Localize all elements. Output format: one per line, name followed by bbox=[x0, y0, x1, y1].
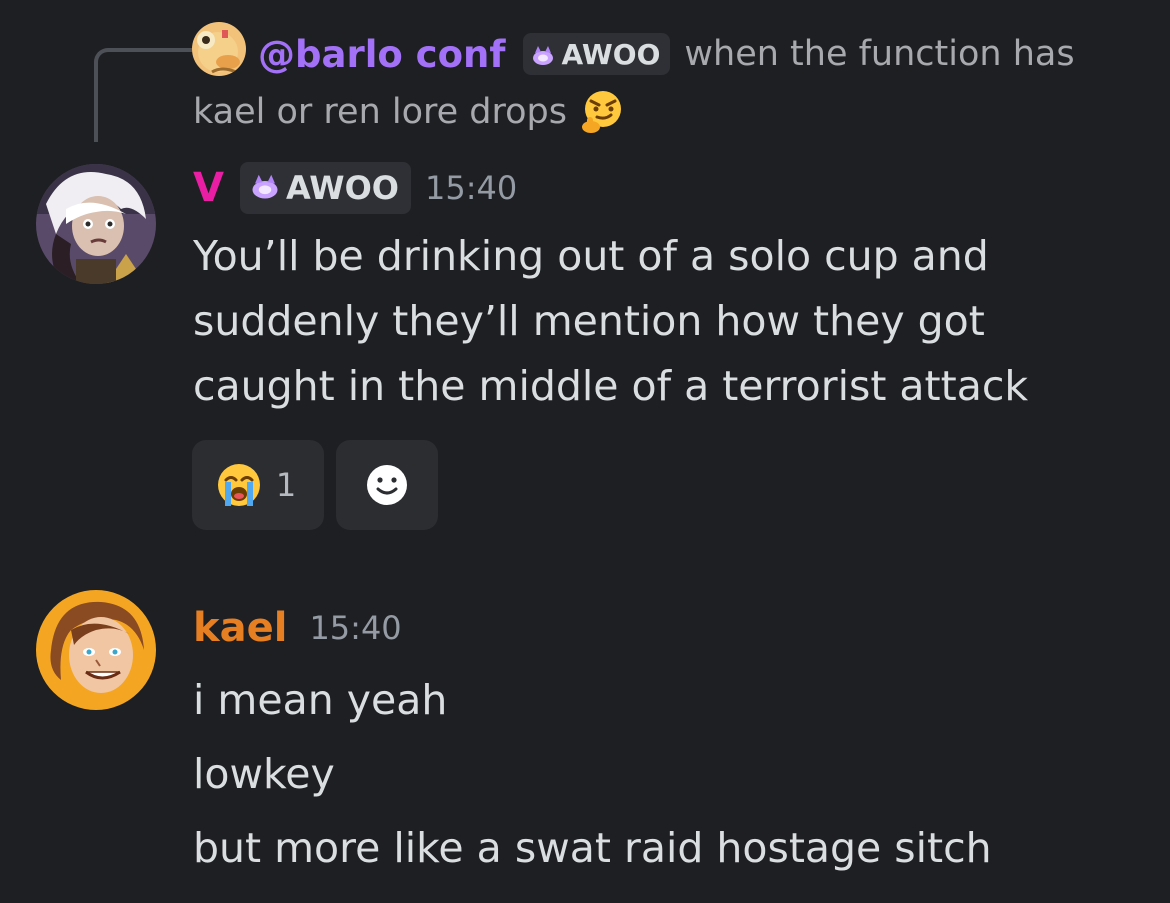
reply-role-tag-label: AWOO bbox=[561, 37, 661, 71]
reaction-count: 1 bbox=[275, 466, 297, 504]
timestamp[interactable]: 15:40 bbox=[309, 609, 401, 647]
smiley-add-reaction-icon bbox=[362, 460, 412, 510]
loudly-crying-face-icon bbox=[214, 460, 264, 510]
role-tag-label: AWOO bbox=[285, 169, 399, 207]
avatar-v[interactable] bbox=[36, 164, 156, 284]
message-header: V AWOO 15:40 bbox=[193, 160, 517, 216]
reply-header: @barlo conf AWOO when the function has bbox=[258, 26, 1075, 82]
reply-role-tag[interactable]: AWOO bbox=[523, 33, 671, 75]
message-line: suddenly they’ll mention how they got bbox=[193, 297, 985, 345]
reply-text-line2: kael or ren lore drops bbox=[193, 92, 567, 132]
role-tag[interactable]: AWOO bbox=[239, 162, 411, 214]
message-line: caught in the middle of a terrorist atta… bbox=[193, 362, 1029, 410]
reply-text-continued[interactable]: kael or ren lore drops bbox=[193, 84, 627, 140]
reply-author-name[interactable]: @barlo conf bbox=[258, 33, 505, 76]
add-reaction-button[interactable] bbox=[336, 440, 438, 530]
message-line: lowkey bbox=[193, 750, 335, 798]
message-line: i mean yeah bbox=[193, 676, 448, 724]
reactions-bar: 1 bbox=[192, 440, 438, 530]
message-line: but more like a swat raid hostage sitch bbox=[193, 824, 992, 872]
message-header: kael 15:40 bbox=[193, 600, 402, 656]
paw-gem-icon bbox=[531, 34, 555, 75]
reply-author-avatar[interactable] bbox=[192, 22, 246, 76]
message-content[interactable]: i mean yeah lowkey but more like a swat … bbox=[193, 663, 992, 885]
chat-view: @barlo conf AWOO when the function has k… bbox=[0, 0, 1170, 903]
reaction-crying-face[interactable]: 1 bbox=[192, 440, 324, 530]
timestamp[interactable]: 15:40 bbox=[425, 169, 517, 207]
paw-gem-icon bbox=[250, 172, 280, 204]
reply-connector-line bbox=[94, 48, 192, 142]
message-content[interactable]: You’ll be drinking out of a solo cup and… bbox=[193, 224, 1028, 419]
thinking-smirk-emoji-icon bbox=[577, 87, 627, 137]
avatar-kael[interactable] bbox=[36, 590, 156, 710]
reply-text-line1[interactable]: when the function has bbox=[684, 34, 1074, 74]
author-name[interactable]: V bbox=[193, 165, 224, 211]
author-name[interactable]: kael bbox=[193, 605, 287, 651]
message-line: You’ll be drinking out of a solo cup and bbox=[193, 232, 989, 280]
